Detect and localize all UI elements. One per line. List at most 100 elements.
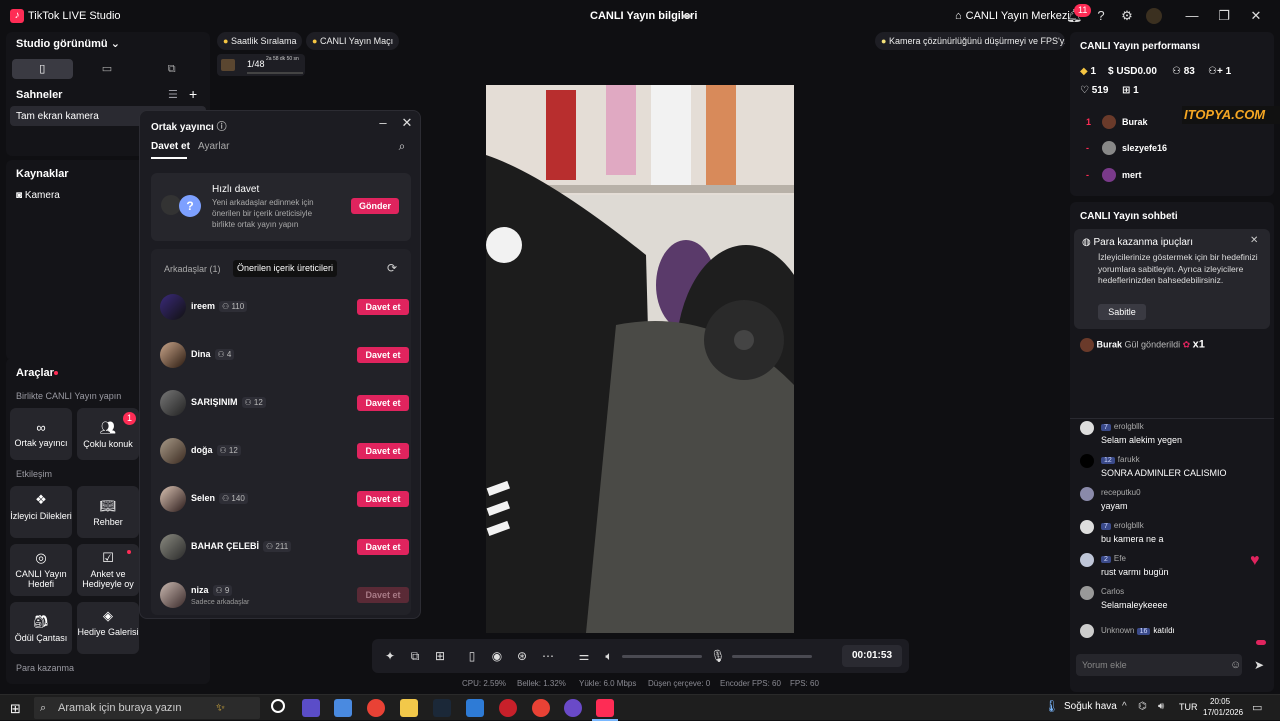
chrome-icon[interactable] [367,699,385,717]
file-explorer-icon[interactable] [400,699,418,717]
capture-icon[interactable]: ⊛ [514,648,530,664]
info-icon[interactable]: ⓘ [217,122,227,133]
search-placeholder: Aramak için buraya yazın [58,702,182,714]
more-icon[interactable]: ⋯ [540,648,556,664]
rank-name: slezyefe16 [1122,143,1168,153]
chat-username[interactable]: receputku0 [1101,488,1141,497]
live-goal-tool[interactable]: ◎ CANLI Yayın Hedefi [10,544,72,596]
store-icon[interactable] [334,699,352,717]
weather-text[interactable]: Soğuk hava [1064,701,1117,712]
chrome-profile-icon[interactable] [532,699,550,717]
chat-username[interactable]: Efe [1114,554,1126,563]
tray-chevron-icon[interactable]: ^ [1122,701,1127,712]
language-indicator[interactable]: TUR [1179,702,1198,712]
live-match-chip[interactable]: ● CANLI Yayın Maçı [306,32,400,50]
effects-icon[interactable]: ⧉ [407,648,423,664]
join-user[interactable]: Unknown [1101,626,1134,635]
cohost-tool[interactable]: ∞ Ortak yayıncı [10,408,72,460]
chat-username[interactable]: erolgbllk [1114,521,1144,530]
windows-start-icon[interactable]: ⊞ [10,701,21,717]
app-icon[interactable] [499,699,517,717]
rank-row[interactable]: 1 Burak [1086,114,1276,132]
minimize-icon[interactable]: — [1184,8,1200,24]
close-icon[interactable]: ✕ [1248,8,1264,24]
invite-button[interactable]: Davet et [357,299,409,315]
viewer-wishes-tool[interactable]: ❖ İzleyici Dilekleri [10,486,72,538]
app-icon[interactable] [466,699,484,717]
tiktok-live-icon[interactable] [596,699,614,717]
portrait-view-button[interactable]: ▯ [12,59,73,79]
layout-icon[interactable]: ⊞ [432,648,448,664]
microphone-icon[interactable]: 🎙︎ [710,648,726,664]
chat-text: bu kamera ne a [1101,534,1164,544]
send-icon[interactable]: ➤ [1254,658,1264,672]
send-button[interactable]: Gönder [351,198,399,214]
taskbar-search[interactable]: ⌕ Aramak için buraya yazın ✨︎ [34,697,260,719]
discord-icon[interactable] [564,699,582,717]
live-center-link[interactable]: ⌂ CANLI Yayın Merkezi [955,10,1070,22]
invite-button[interactable]: Davet et [357,395,409,411]
dialog-minimize-icon[interactable]: – [375,115,391,130]
chat-message: 7 erolgbllk Selam alekim yegen [1080,421,1270,451]
add-scene-icon[interactable]: + [189,86,197,102]
help-icon[interactable]: ? [1093,8,1109,24]
rank-row[interactable]: - slezyefe16 [1086,140,1276,158]
restore-icon[interactable]: ❐ [1216,8,1232,24]
avatar[interactable] [1146,8,1162,24]
tip-close-icon[interactable]: ✕ [1250,235,1258,246]
heart-reaction-icon: ♥ [1250,552,1260,569]
goal-widget[interactable]: 1/48 2a 58 dk 50 sn [217,54,305,76]
volume-slider[interactable] [622,655,702,658]
gift-gallery-tool[interactable]: ◈ Hediye Galerisi [77,602,139,654]
invite-button[interactable]: Davet et [357,491,409,507]
dialog-close-icon[interactable]: ✕ [399,115,415,131]
mic-slider[interactable] [732,655,812,658]
home-icon: ⌂ [955,10,962,22]
mixer-icon[interactable]: ⚌ [576,648,592,664]
tab-friends[interactable]: Arkadaşlar (1) [164,264,221,274]
dialog-title-text: Ortak yayıncı [151,122,214,133]
taskbar-app-icon[interactable] [302,699,320,717]
rank-avatar [1102,141,1116,155]
tab-invite[interactable]: Davet et [151,141,190,152]
tab-suggested-creators[interactable]: Önerilen içerik üreticileri [233,260,338,277]
comment-input[interactable]: Yorum ekle [1076,654,1242,676]
emoji-icon[interactable]: ☺ [1230,659,1241,671]
speaker-icon[interactable]: 🔈︎ [601,648,617,664]
list-icon[interactable]: ☰ [168,88,178,101]
share-icon[interactable]: ➦ [682,9,692,23]
gear-icon[interactable]: ⚙ [1119,8,1135,24]
invite-button[interactable]: Davet et [357,347,409,363]
search-icon[interactable]: ⌕ [394,139,410,154]
source-item-camera[interactable]: ◙ Kamera [16,190,60,201]
record-icon[interactable]: ◉ [489,648,505,664]
clock-date[interactable]: 17/01/2026 [1203,708,1243,717]
guide-tool[interactable]: 📖︎ Rehber [77,486,139,538]
cortana-icon[interactable] [271,699,285,713]
performance-warning[interactable]: ● Kamera çözünürlüğünü düşürmeyi ve FPS'… [875,32,1065,50]
multi-guest-badge: 1 [123,412,137,425]
steam-icon[interactable] [433,699,451,717]
studio-view-dropdown[interactable]: Studio görünümü ⌄ [16,37,120,50]
clock-time[interactable]: 20:05 [1210,697,1230,706]
friend-name: niza ⚇ 9 [191,585,233,596]
rank-row[interactable]: - mert [1086,167,1276,185]
volume-icon[interactable]: 🔊︎ [1158,701,1164,712]
notifications-icon[interactable]: ▭ [1252,701,1262,714]
chat-username[interactable]: Carlos [1101,587,1124,596]
hourly-rank-chip[interactable]: ● Saatlik Sıralama [217,32,303,50]
landscape-view-button[interactable]: ▭ [77,59,138,79]
pin-button[interactable]: Sabitle [1098,304,1146,320]
dual-view-button[interactable]: ⧉ [141,59,202,79]
invite-button[interactable]: Davet et [357,443,409,459]
magic-wand-icon[interactable]: ✦ [382,648,398,664]
tab-settings[interactable]: Ayarlar [198,141,230,152]
invite-button[interactable]: Davet et [357,539,409,555]
phone-icon[interactable]: ▯ [464,648,480,664]
chat-username[interactable]: farukk [1118,455,1140,464]
rank-number: 1 [1086,117,1092,127]
network-icon[interactable]: ⌬ [1138,701,1147,712]
chat-username[interactable]: erolgbllk [1114,422,1144,431]
reward-bag-tool[interactable]: 🎒︎ Ödül Çantası [10,602,72,654]
refresh-icon[interactable]: ⟳ [387,261,397,275]
